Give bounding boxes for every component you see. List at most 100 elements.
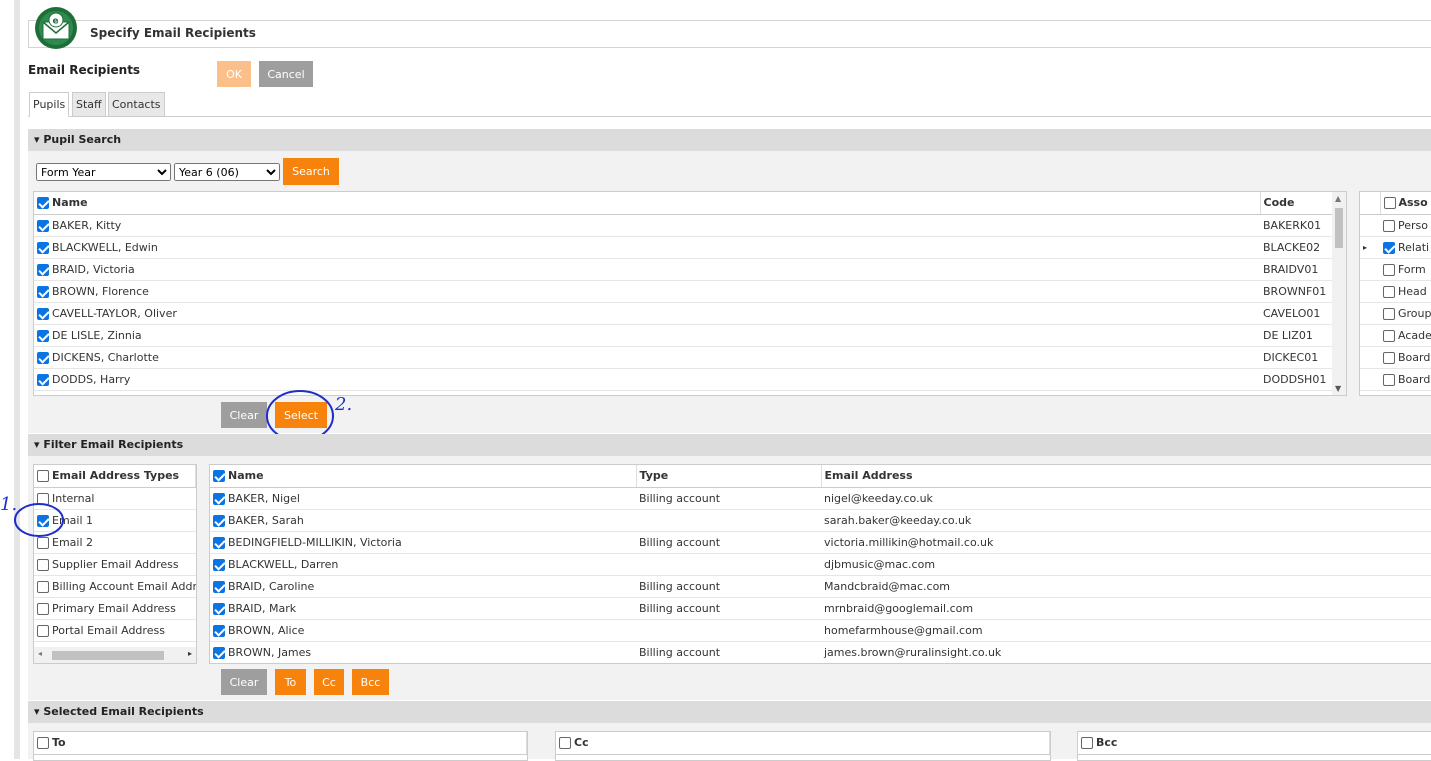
email-type-row[interactable]: Primary Email Address bbox=[34, 597, 196, 620]
pupil-grid-scrollbar[interactable]: ▲ ▼ bbox=[1332, 192, 1346, 395]
filter-clear-button[interactable]: Clear bbox=[221, 669, 267, 695]
association-checkbox[interactable] bbox=[1383, 241, 1395, 254]
table-row[interactable]: BROWN, Florence BROWNF01 bbox=[34, 280, 1346, 303]
table-row[interactable]: BAKER, Nigel Billing account nigel@keeday.… bbox=[210, 487, 1431, 510]
email-types-hscrollbar[interactable]: ◂ ▸ bbox=[34, 647, 196, 663]
select-all-associations-checkbox[interactable] bbox=[1383, 197, 1396, 210]
association-row[interactable]: Board bbox=[1360, 346, 1431, 369]
select-all-recipients-checkbox[interactable] bbox=[213, 470, 225, 483]
table-row[interactable]: BAKER, Kitty BAKERK01 bbox=[34, 214, 1346, 237]
recipient-name-header[interactable]: Name bbox=[210, 465, 637, 488]
scroll-thumb[interactable] bbox=[1335, 208, 1343, 248]
table-row[interactable]: BLACKWELL, Edwin BLACKE02 bbox=[34, 236, 1346, 259]
pupil-name-header[interactable]: Name bbox=[34, 192, 1261, 215]
row-checkbox[interactable] bbox=[213, 514, 225, 527]
pupil-search-title: Pupil Search bbox=[43, 133, 122, 146]
email-type-row[interactable]: Billing Account Email Addr bbox=[34, 575, 196, 598]
table-row[interactable]: BRAID, Caroline Billing account Mandcbraid… bbox=[210, 575, 1431, 598]
pupil-code-header[interactable]: Code bbox=[1260, 192, 1333, 215]
filter-type-select[interactable]: Form Year bbox=[36, 163, 171, 181]
row-checkbox[interactable] bbox=[37, 285, 49, 298]
row-checkbox[interactable] bbox=[213, 602, 225, 615]
bcc-button[interactable]: Bcc bbox=[352, 669, 389, 695]
tab-pupils[interactable]: Pupils bbox=[29, 92, 70, 117]
association-checkbox[interactable] bbox=[1383, 373, 1395, 386]
row-checkbox[interactable] bbox=[213, 558, 225, 571]
row-checkbox[interactable] bbox=[213, 492, 225, 505]
bcc-header[interactable]: Bcc bbox=[1078, 732, 1431, 755]
table-row[interactable]: DODDS, Harry DODDSH01 bbox=[34, 368, 1346, 391]
association-checkbox[interactable] bbox=[1383, 351, 1395, 364]
association-checkbox[interactable] bbox=[1383, 285, 1395, 298]
row-checkbox[interactable] bbox=[37, 263, 49, 276]
table-row[interactable]: BRAID, Mark Billing account mrnbraid@googl… bbox=[210, 597, 1431, 620]
table-row[interactable]: BLACKWELL, Darren djbmusic@mac.com bbox=[210, 553, 1431, 576]
scroll-up-icon[interactable]: ▲ bbox=[1335, 194, 1341, 203]
hscroll-thumb[interactable] bbox=[52, 651, 164, 660]
select-all-to-checkbox[interactable] bbox=[37, 737, 49, 750]
to-button[interactable]: To bbox=[275, 669, 306, 695]
row-checkbox[interactable] bbox=[213, 536, 225, 549]
table-row[interactable]: BAKER, Sarah sarah.baker@keeday.co.uk bbox=[210, 509, 1431, 532]
row-checkbox[interactable] bbox=[213, 646, 225, 659]
scroll-left-icon[interactable]: ◂ bbox=[38, 649, 42, 658]
filter-recipients-header[interactable]: ▾ Filter Email Recipients bbox=[28, 434, 1431, 456]
to-header[interactable]: To bbox=[34, 732, 527, 755]
association-row[interactable]: Head bbox=[1360, 280, 1431, 303]
table-row[interactable]: DICKENS, Charlotte DICKEC01 bbox=[34, 346, 1346, 369]
association-checkbox[interactable] bbox=[1383, 219, 1395, 232]
table-row[interactable]: BROWN, Alice homefarmhouse@gmail.com bbox=[210, 619, 1431, 642]
association-row[interactable]: ▸ Relati bbox=[1360, 236, 1431, 259]
search-button[interactable]: Search bbox=[283, 158, 339, 185]
email-type-checkbox[interactable] bbox=[37, 580, 49, 593]
email-type-checkbox[interactable] bbox=[37, 624, 49, 637]
email-type-row[interactable]: Portal Email Address bbox=[34, 619, 196, 642]
association-row[interactable]: Group bbox=[1360, 302, 1431, 325]
email-logo-icon: e bbox=[35, 7, 77, 49]
association-checkbox[interactable] bbox=[1383, 329, 1395, 342]
table-row[interactable]: DE LISLE, Zinnia DE LIZ01 bbox=[34, 324, 1346, 347]
pupil-clear-button[interactable]: Clear bbox=[221, 402, 267, 428]
email-type-checkbox[interactable] bbox=[37, 602, 49, 615]
selected-recipients-header[interactable]: ▾ Selected Email Recipients bbox=[28, 701, 1431, 723]
pupil-search-header[interactable]: ▾ Pupil Search bbox=[28, 129, 1431, 151]
cancel-button[interactable]: Cancel bbox=[259, 61, 313, 87]
association-checkbox[interactable] bbox=[1383, 263, 1395, 276]
scroll-down-icon[interactable]: ▼ bbox=[1335, 384, 1341, 393]
cc-button[interactable]: Cc bbox=[314, 669, 344, 695]
association-header[interactable]: Asso bbox=[1380, 192, 1431, 215]
row-checkbox[interactable] bbox=[37, 329, 49, 342]
association-row[interactable]: Acade bbox=[1360, 324, 1431, 347]
cc-header[interactable]: Cc bbox=[556, 732, 1050, 755]
row-checkbox[interactable] bbox=[37, 241, 49, 254]
row-checkbox[interactable] bbox=[213, 624, 225, 637]
filter-value-select[interactable]: Year 6 (06) bbox=[174, 163, 280, 181]
row-checkbox[interactable] bbox=[37, 373, 49, 386]
select-all-cc-checkbox[interactable] bbox=[559, 737, 571, 750]
table-row[interactable]: BRAID, Victoria BRAIDV01 bbox=[34, 258, 1346, 281]
row-checkbox[interactable] bbox=[37, 351, 49, 364]
association-row[interactable]: Board bbox=[1360, 368, 1431, 391]
email-type-row[interactable]: Supplier Email Address bbox=[34, 553, 196, 576]
row-checkbox[interactable] bbox=[37, 307, 49, 320]
email-types-header[interactable]: Email Address Types bbox=[34, 465, 196, 488]
select-all-types-checkbox[interactable] bbox=[37, 470, 49, 483]
association-row[interactable]: Perso bbox=[1360, 214, 1431, 237]
recipient-email-header[interactable]: Email Address bbox=[821, 465, 1431, 488]
tab-contacts[interactable]: Contacts bbox=[108, 92, 165, 117]
scroll-right-icon[interactable]: ▸ bbox=[188, 649, 192, 658]
association-row[interactable]: Form bbox=[1360, 258, 1431, 281]
table-row[interactable]: CAVELL-TAYLOR, Oliver CAVELO01 bbox=[34, 302, 1346, 325]
tab-staff[interactable]: Staff bbox=[72, 92, 106, 117]
recipient-type-header[interactable]: Type bbox=[636, 465, 822, 488]
table-row[interactable]: BEDINGFIELD-MILLIKIN, Victoria Billing ac… bbox=[210, 531, 1431, 554]
select-all-bcc-checkbox[interactable] bbox=[1081, 737, 1093, 750]
ok-button[interactable]: OK bbox=[217, 61, 251, 87]
row-checkbox[interactable] bbox=[37, 219, 49, 232]
association-checkbox[interactable] bbox=[1383, 307, 1395, 320]
email-type-checkbox[interactable] bbox=[37, 558, 49, 571]
row-checkbox[interactable] bbox=[213, 580, 225, 593]
bcc-recipients-grid: Bcc bbox=[1077, 731, 1431, 761]
table-row[interactable]: BROWN, James Billing account james.brown@r… bbox=[210, 641, 1431, 663]
select-all-pupils-checkbox[interactable] bbox=[37, 197, 49, 210]
